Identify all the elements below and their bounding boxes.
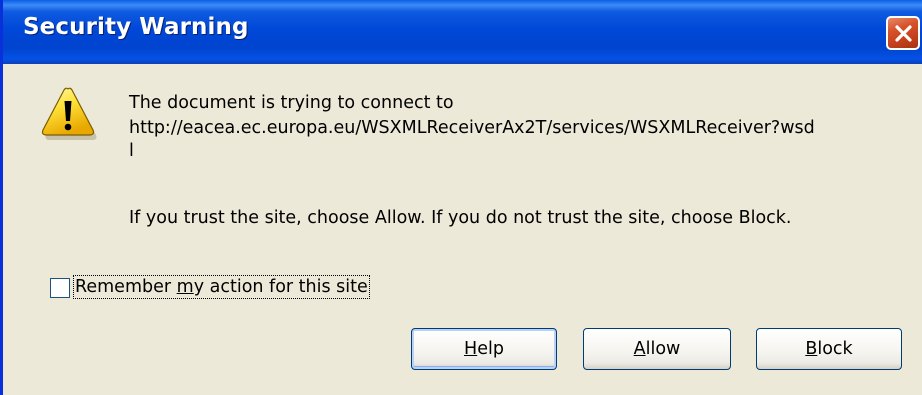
block-accel: B — [805, 339, 818, 359]
remember-label-post: y action for this site — [193, 277, 368, 297]
message-line-1: The document is trying to connect to — [129, 93, 454, 113]
allow-accel: A — [633, 339, 646, 359]
close-button[interactable] — [886, 16, 920, 50]
message-instruction: If you trust the site, choose Allow. If … — [129, 208, 792, 228]
remember-label[interactable]: Remember my action for this site — [73, 275, 370, 299]
remember-label-pre: Remember — [75, 277, 177, 297]
title-bar[interactable]: Security Warning — [3, 0, 922, 64]
warning-icon — [41, 87, 97, 140]
allow-button[interactable]: Allow — [583, 328, 731, 370]
block-label: lock — [817, 339, 853, 359]
window-title: Security Warning — [23, 14, 249, 40]
close-icon — [895, 25, 912, 42]
help-accel: H — [464, 339, 478, 359]
help-label: elp — [477, 339, 504, 359]
block-button[interactable]: Block — [756, 328, 902, 370]
security-warning-dialog: Security Warning The document is trying … — [0, 0, 922, 395]
remember-checkbox[interactable] — [50, 278, 70, 298]
allow-label: llow — [645, 339, 681, 359]
message-url: http://eacea.ec.europa.eu/WSXMLReceiverA… — [129, 118, 815, 138]
message-url-wrap: l — [129, 141, 134, 161]
help-button[interactable]: Help — [411, 328, 557, 370]
remember-label-accel: m — [176, 277, 194, 297]
